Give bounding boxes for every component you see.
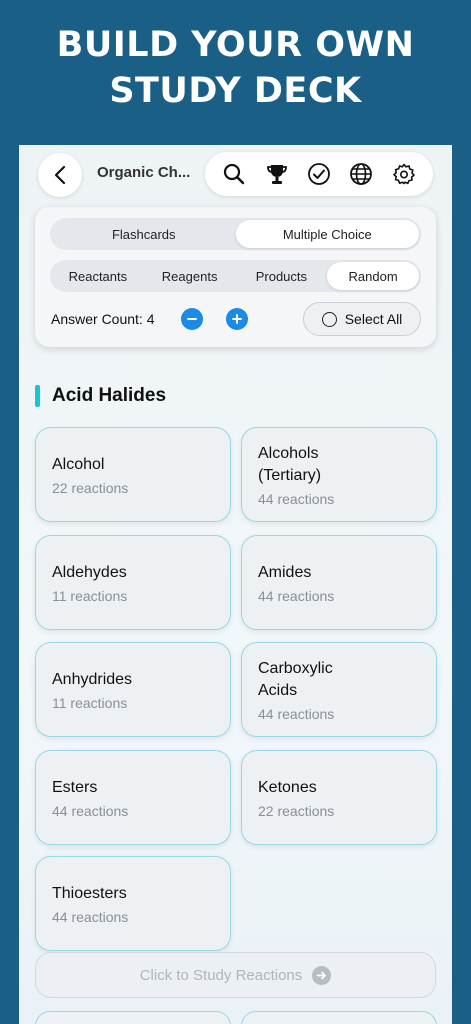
search-button[interactable] xyxy=(221,161,247,187)
card-name: Alcohols (Tertiary) xyxy=(258,444,322,484)
tab-random[interactable]: Random xyxy=(327,262,419,290)
settings-button[interactable] xyxy=(391,161,417,187)
card-count: 22 reactions xyxy=(258,802,335,819)
mode-segmented-control: Flashcards Multiple Choice xyxy=(50,218,421,250)
answer-count-label: Answer Count: 4 xyxy=(51,311,155,327)
card-name: Alcohol xyxy=(52,455,105,473)
nav-bar: Organic Ch... xyxy=(19,145,452,205)
language-button[interactable] xyxy=(348,161,374,187)
card-name: Amides xyxy=(258,563,312,581)
gear-icon xyxy=(392,163,415,185)
tab-products[interactable]: Products xyxy=(236,262,328,290)
card-count: 11 reactions xyxy=(52,694,128,711)
deck-card-partial xyxy=(241,1011,437,1024)
deck-title: Organic Ch... xyxy=(97,164,191,181)
card-name: Esters xyxy=(52,778,98,796)
quiz-settings-panel: Flashcards Multiple Choice Reactants Rea… xyxy=(35,207,436,347)
tab-reactants[interactable]: Reactants xyxy=(52,262,144,290)
arrow-right-icon xyxy=(312,965,332,985)
section-title: Acid Halides xyxy=(52,385,167,406)
headline-line-2: STUDY DECK xyxy=(109,71,362,111)
deck-card[interactable]: Alcohol 22 reactions xyxy=(35,427,231,522)
card-count: 44 reactions xyxy=(258,490,335,507)
card-name: Aldehydes xyxy=(52,563,127,581)
deck-card[interactable]: Anhydrides 11 reactions xyxy=(35,642,231,737)
tab-multiple-choice[interactable]: Multiple Choice xyxy=(235,220,419,248)
select-all-button[interactable]: Select All xyxy=(303,302,421,336)
card-count: 11 reactions xyxy=(52,587,128,604)
card-count: 44 reactions xyxy=(258,705,335,722)
headline-line-1: BUILD YOUR OWN xyxy=(56,25,415,65)
tab-reagents[interactable]: Reagents xyxy=(144,262,236,290)
minus-icon xyxy=(187,318,197,320)
back-button[interactable] xyxy=(38,153,82,197)
section-accent-bar xyxy=(35,385,40,407)
select-all-label: Select All xyxy=(344,311,403,327)
study-button-label: Click to Study Reactions xyxy=(139,966,303,984)
tab-flashcards[interactable]: Flashcards xyxy=(52,220,236,248)
plus-icon xyxy=(232,314,242,324)
deck-card[interactable]: Carboxylic Acids 44 reactions xyxy=(241,642,437,737)
globe-icon xyxy=(350,163,373,185)
card-name: Anhydrides xyxy=(52,670,133,688)
app-screen: Organic Ch... Flashcards Multiple Choice xyxy=(19,145,452,1024)
toolbar-icons xyxy=(205,152,433,196)
deck-card[interactable]: Alcohols (Tertiary) 44 reactions xyxy=(241,427,437,522)
deck-card-partial xyxy=(35,1011,231,1024)
card-name: Thioesters xyxy=(52,884,127,902)
deck-card[interactable]: Aldehydes 11 reactions xyxy=(35,535,231,630)
deck-card[interactable]: Esters 44 reactions xyxy=(35,750,231,845)
card-name: Ketones xyxy=(258,778,317,796)
radio-circle-icon xyxy=(321,311,337,327)
deck-card[interactable]: Ketones 22 reactions xyxy=(241,750,437,845)
back-chevron-icon xyxy=(54,165,66,185)
card-name: Carboxylic Acids xyxy=(258,659,333,699)
trophy-icon xyxy=(266,165,287,184)
deck-card[interactable]: Amides 44 reactions xyxy=(241,535,437,630)
checkmark-circle-icon xyxy=(308,163,330,185)
progress-check-button[interactable] xyxy=(306,161,332,187)
card-count: 44 reactions xyxy=(258,587,335,604)
promo-headline: BUILD YOUR OWN STUDY DECK xyxy=(0,22,471,114)
study-reactions-button[interactable]: Click to Study Reactions xyxy=(35,952,436,998)
decrease-answer-count-button[interactable] xyxy=(181,308,203,330)
section-header: Acid Halides xyxy=(35,385,166,407)
card-count: 44 reactions xyxy=(52,908,129,925)
card-count: 44 reactions xyxy=(52,802,129,819)
deck-card[interactable]: Thioesters 44 reactions xyxy=(35,856,231,951)
question-type-segmented-control: Reactants Reagents Products Random xyxy=(50,260,421,292)
search-icon xyxy=(224,163,245,185)
increase-answer-count-button[interactable] xyxy=(226,308,248,330)
trophy-button[interactable] xyxy=(264,161,290,187)
card-count: 22 reactions xyxy=(52,479,129,496)
